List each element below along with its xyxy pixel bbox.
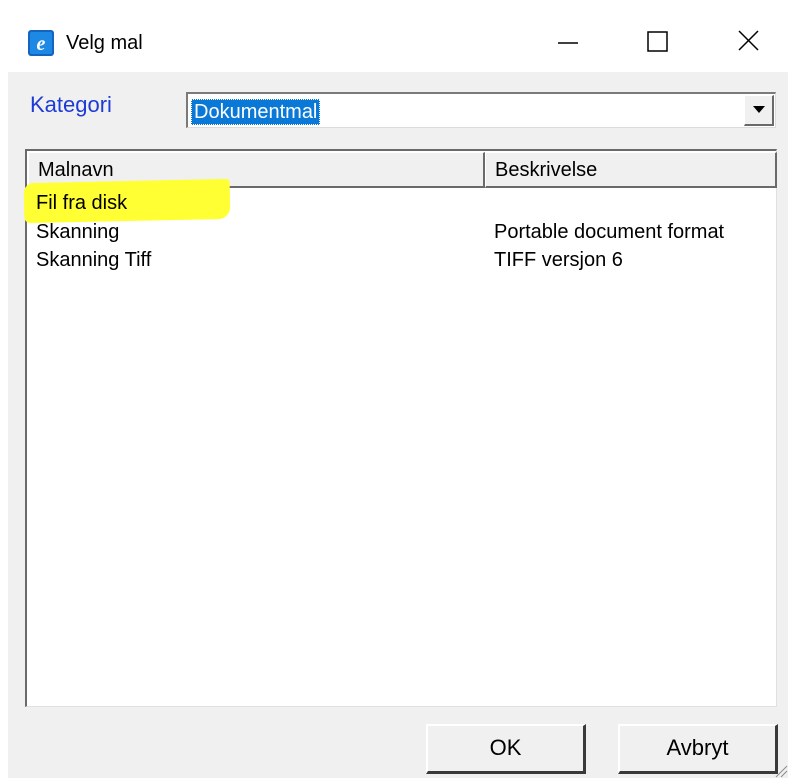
category-dropdown-button[interactable] (744, 95, 774, 126)
title-bar[interactable]: e Velg mal (0, 0, 788, 72)
resize-grip-icon[interactable] (774, 764, 788, 778)
window-title: Velg mal (66, 32, 143, 54)
list-item-description: Portable document format (494, 221, 725, 243)
minimize-button[interactable] (540, 18, 600, 66)
list-item[interactable]: Skanning Tiff TIFF versjon 6 (28, 246, 768, 274)
minimize-icon (558, 42, 578, 44)
list-item-description: TIFF versjon 6 (494, 249, 623, 271)
column-header-beskrivelse[interactable]: Beskrivelse (485, 152, 777, 188)
dialog-body: Kategori Dokumentmal Malnavn Beskrivelse… (8, 72, 788, 778)
ok-button[interactable]: OK (426, 724, 586, 774)
template-list[interactable]: Malnavn Beskrivelse Fil fra disk Skannin… (23, 149, 777, 707)
app-e-icon: e (28, 30, 54, 56)
close-button[interactable] (718, 18, 778, 66)
list-item-name: Fil fra disk (36, 192, 128, 214)
category-selected-value: Dokumentmal (191, 99, 321, 125)
close-icon (738, 30, 759, 51)
maximize-icon (647, 31, 668, 52)
svg-text:e: e (37, 33, 46, 55)
dialog-window: e Velg mal Kategori Dokumentmal Malnavn … (0, 0, 788, 778)
category-label: Kategori (30, 92, 112, 117)
cancel-button[interactable]: Avbryt (618, 724, 778, 774)
maximize-button[interactable] (627, 18, 687, 66)
category-select[interactable]: Dokumentmal (186, 92, 776, 128)
list-item[interactable]: Skanning Portable document format (28, 218, 768, 246)
list-item-name: Skanning (36, 221, 120, 243)
list-item[interactable]: Fil fra disk (23, 178, 768, 224)
dropdown-arrow-icon (753, 106, 765, 113)
list-item-name: Skanning Tiff (36, 249, 152, 271)
